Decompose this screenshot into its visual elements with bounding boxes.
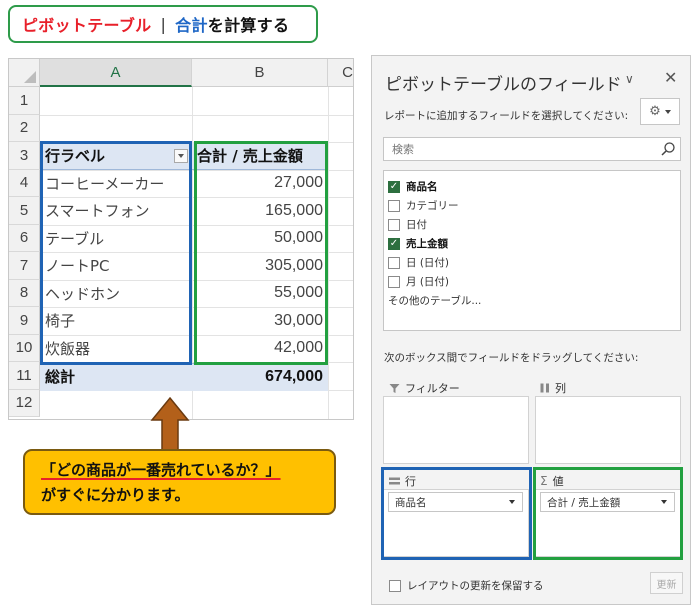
pane-title: ピボットテーブルのフィールド [385,75,622,95]
tools-gear-button[interactable]: ⚙ [640,98,680,125]
columns-drop-area[interactable] [535,396,681,464]
values-area-highlight [533,467,683,560]
filter-area-label: フィルター [389,380,460,396]
field-item-date[interactable]: 日付 [384,215,680,234]
title-sum-accent: 合計 [175,16,208,35]
checkbox-icon[interactable] [389,579,401,592]
filter-icon [389,383,400,393]
field-item-product-name[interactable]: ✓ 商品名 [384,177,680,196]
row-header[interactable]: 5 [9,197,40,225]
field-search-box [383,137,681,161]
row-header[interactable]: 12 [9,389,40,417]
checkbox-checked-icon[interactable]: ✓ [388,180,400,193]
select-all-corner[interactable] [9,59,40,87]
row-header[interactable]: 9 [9,307,40,335]
checkbox-icon[interactable] [388,199,400,212]
row-header[interactable]: 8 [9,279,40,307]
row-header[interactable]: 6 [9,224,40,252]
field-label: 月 (日付) [406,276,450,288]
row-labels-highlight [40,141,192,365]
defer-layout-update[interactable]: レイアウトの更新を保留する [389,578,544,593]
title-pivot-table: ピボットテーブル [22,16,152,35]
row-header[interactable]: 2 [9,114,40,142]
update-button[interactable]: 更新 [650,572,683,594]
checkbox-icon[interactable] [388,218,400,231]
columns-icon [540,383,549,393]
grid-line [328,87,329,419]
checkbox-icon[interactable] [388,256,400,269]
field-item-category[interactable]: カテゴリー [384,196,680,215]
search-icon[interactable] [660,141,676,157]
drag-instruction: 次のボックス間でフィールドをドラッグしてください: [384,352,639,364]
row-header[interactable]: 10 [9,334,40,362]
grid-line [40,114,353,116]
values-highlight [194,141,328,365]
grand-total-label[interactable]: 総計 [45,363,190,391]
title-calc-text: を計算する [207,16,290,35]
title-badge: ピボットテーブル | 合計 を計算する [8,5,318,43]
checkbox-icon[interactable] [388,275,400,288]
checkbox-checked-icon[interactable]: ✓ [388,237,400,250]
field-list: ✓ 商品名 カテゴリー 日付 ✓ 売上金額 日 (日付) 月 (日付) その他の… [383,170,681,331]
columns-area-label: 列 [540,380,566,396]
pane-options-chevron-icon[interactable]: ∨ [625,72,634,86]
row-header[interactable]: 4 [9,169,40,197]
columns-area-text: 列 [555,382,566,395]
field-item-sales-amount[interactable]: ✓ 売上金額 [384,234,680,253]
column-header-c[interactable]: C [328,59,353,87]
filter-area-text: フィルター [405,382,460,395]
up-arrow-icon [150,396,190,452]
pivot-field-pane: ピボットテーブルのフィールド ∨ ✕ レポートに追加するフィールドを選択してくだ… [371,55,691,605]
chevron-down-icon [664,109,671,114]
column-header-b[interactable]: B [192,59,328,87]
grand-total-value[interactable]: 674,000 [195,363,323,391]
field-label: 日 (日付) [406,257,450,269]
rows-area-highlight [381,467,532,560]
field-item-month[interactable]: 月 (日付) [384,272,680,291]
callout-line-1: 「どの商品が一番売れているか？」 [41,461,281,479]
field-item-day[interactable]: 日 (日付) [384,253,680,272]
title-separator: | [160,14,167,34]
row-header[interactable]: 7 [9,252,40,280]
callout-line-2: がすぐに分かります。 [41,486,190,504]
field-select-instruction: レポートに追加するフィールドを選択してください: [384,110,629,122]
callout-note: 「どの商品が一番売れているか？」 がすぐに分かります。 [23,449,336,515]
defer-layout-label: レイアウトの更新を保留する [407,580,544,592]
column-header-a[interactable]: A [40,59,192,87]
close-icon[interactable]: ✕ [664,68,677,87]
field-label: カテゴリー [406,200,459,212]
row-header[interactable]: 3 [9,142,40,170]
spreadsheet: A B C 1 2 3 4 5 6 7 8 9 10 11 12 行ラベル 合計… [8,58,354,420]
filter-drop-area[interactable] [383,396,529,464]
field-search-input[interactable] [390,141,660,157]
field-label: 日付 [406,219,427,231]
gear-icon: ⚙ [649,104,661,119]
field-label: 商品名 [406,181,438,193]
row-header[interactable]: 1 [9,87,40,115]
field-label: 売上金額 [406,238,448,250]
row-header[interactable]: 11 [9,362,40,390]
more-tables-link[interactable]: その他のテーブル... [384,291,680,310]
